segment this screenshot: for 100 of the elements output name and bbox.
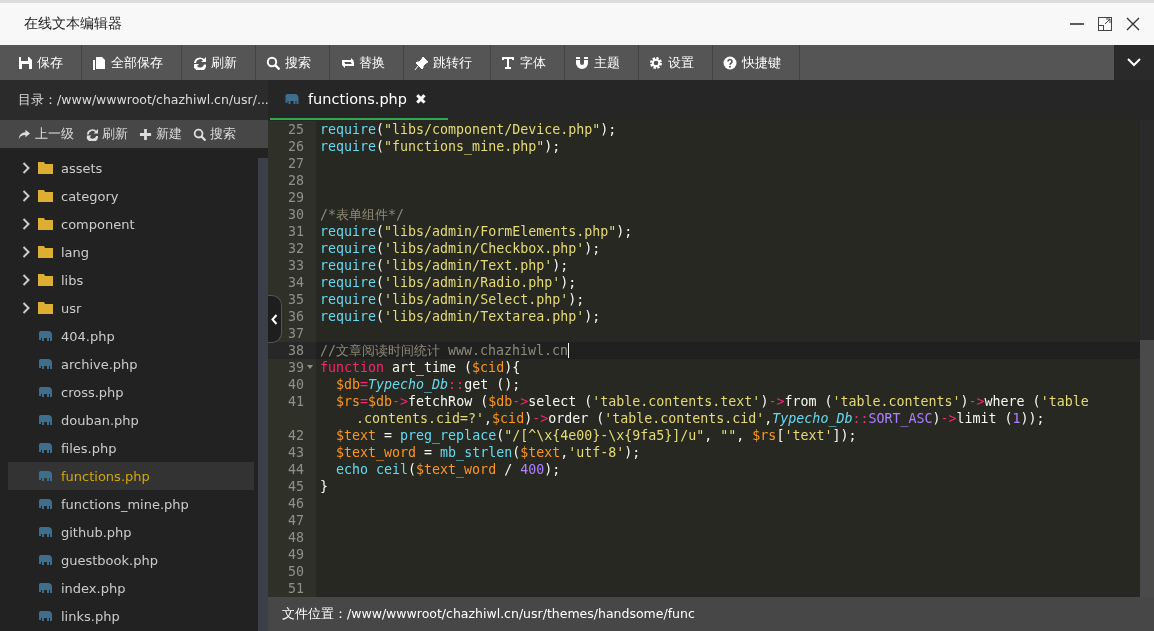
scrollbar[interactable] xyxy=(258,158,268,631)
file-tree-item[interactable]: functions_mine.php xyxy=(8,490,254,518)
magnet-icon xyxy=(575,55,589,70)
chevron-icon xyxy=(22,218,30,230)
code-line: $rs=$db->fetchRow ($db->select ('table.contents.text')->from ('table.contents')->where ('table xyxy=(335,394,1089,409)
file-tree-item[interactable]: links.php xyxy=(8,602,254,630)
line-number: 36 xyxy=(288,308,304,325)
search-icon xyxy=(193,127,206,141)
code-line: .contents.cid=?',$cid)->order ('table.contents.cid',Typecho_Db::SORT_ASC)->limit (1)); xyxy=(355,410,1046,427)
elephant-icon xyxy=(38,442,53,454)
line-number: 42 xyxy=(288,427,304,444)
file-tree-item[interactable]: files.php xyxy=(8,434,254,462)
file-tree-item[interactable]: functions.php xyxy=(8,462,254,490)
file-tree-item[interactable]: lang xyxy=(8,238,254,266)
refresh-icon xyxy=(85,127,98,141)
file-tree-item[interactable]: index.php xyxy=(8,574,254,602)
folder-icon xyxy=(38,302,53,314)
elephant-icon xyxy=(284,93,300,105)
fold-arrow-icon[interactable] xyxy=(307,365,313,369)
chevron-icon xyxy=(22,190,30,202)
line-number: 39 xyxy=(288,359,304,376)
elephant-icon xyxy=(38,610,53,622)
plus-icon xyxy=(139,127,152,141)
code-line: require('libs/admin/Checkbox.php'); xyxy=(320,241,601,256)
elephant-icon xyxy=(38,386,53,398)
file-tree-item[interactable]: guestbook.php xyxy=(8,546,254,574)
line-number: 51 xyxy=(288,580,304,597)
code-line: $db=Typecho_Db::get (); xyxy=(335,377,521,392)
chevron-icon xyxy=(22,302,30,314)
elephant-icon xyxy=(38,330,53,342)
elephant-icon xyxy=(38,470,53,482)
expand-button[interactable] xyxy=(1114,45,1154,80)
copy-icon xyxy=(92,55,106,70)
close-button[interactable] xyxy=(1126,17,1140,31)
code-line: require("functions_mine.php"); xyxy=(320,139,561,154)
folder-icon xyxy=(38,162,53,174)
file-tree-item[interactable]: douban.php xyxy=(8,406,254,434)
file-tree-item[interactable]: archive.php xyxy=(8,350,254,378)
close-tab-button[interactable]: ✖ xyxy=(415,91,427,107)
sidebar-tool-button[interactable]: 新建 xyxy=(139,125,193,143)
pin-icon xyxy=(414,55,428,70)
code-line: //文章阅读时间统计 www.chazhiwl.cn xyxy=(320,343,569,358)
file-tree-item[interactable]: github.php xyxy=(8,518,254,546)
elephant-icon xyxy=(38,526,53,538)
code-line: /*表单组件*/ xyxy=(320,207,405,222)
chevron-icon xyxy=(22,162,30,174)
line-number: 49 xyxy=(288,546,304,563)
chevron-down-icon xyxy=(1127,58,1141,67)
file-tree-item[interactable]: cross.php xyxy=(8,378,254,406)
code-line: require('libs/admin/Textarea.php'); xyxy=(320,309,601,324)
sidebar-tool-button[interactable]: 搜索 xyxy=(193,125,247,143)
file-tree-item[interactable]: component xyxy=(8,210,254,238)
file-tree-item[interactable]: 404.php xyxy=(8,322,254,350)
line-number: 31 xyxy=(288,223,304,240)
refresh-icon xyxy=(192,55,206,70)
file-tree-item[interactable]: libs xyxy=(8,266,254,294)
maximize-button[interactable] xyxy=(1098,17,1112,31)
code-line: require('libs/admin/Select.php'); xyxy=(320,292,585,307)
line-number: 45 xyxy=(288,478,304,495)
sidebar-tool-button[interactable]: 上一级 xyxy=(18,125,85,143)
file-tree-item[interactable]: assets xyxy=(8,154,254,182)
search-icon xyxy=(266,55,280,70)
line-number: 33 xyxy=(288,257,304,274)
line-number: 44 xyxy=(288,461,304,478)
line-number: 40 xyxy=(288,376,304,393)
elephant-icon xyxy=(38,498,53,510)
code-line: function art_time ($cid){ xyxy=(320,360,521,375)
line-number: 48 xyxy=(288,529,304,546)
folder-icon xyxy=(38,274,53,286)
directory-path: 目录：/www/wwwroot/chazhiwl.cn/usr/... xyxy=(0,80,268,120)
line-number: 34 xyxy=(288,274,304,291)
folder-icon xyxy=(38,246,53,258)
text-icon xyxy=(501,55,515,70)
file-tree-item[interactable]: usr xyxy=(8,294,254,322)
line-number: 27 xyxy=(288,155,304,172)
code-line: $text = preg_replace("/[^\x{4e00}-\x{9fa5}]/u", "", $rs['text']); xyxy=(335,428,857,443)
elephant-icon xyxy=(38,414,53,426)
line-number: 32 xyxy=(288,240,304,257)
text-cursor xyxy=(568,343,570,358)
line-number: 29 xyxy=(288,189,304,206)
close-icon xyxy=(1126,17,1140,31)
line-number: 30 xyxy=(288,206,304,223)
scrollbar-thumb[interactable] xyxy=(1140,340,1154,597)
maximize-icon xyxy=(1098,17,1112,31)
code-line: require('libs/admin/Radio.php'); xyxy=(320,275,577,290)
chevron-icon xyxy=(22,274,30,286)
line-number: 38 xyxy=(288,342,304,359)
file-location: 文件位置：/www/wwwroot/chazhiwl.cn/usr/themes/handsome/func xyxy=(282,605,695,623)
chevron-left-icon xyxy=(271,313,278,325)
code-line: require('libs/admin/Text.php'); xyxy=(320,258,569,273)
collapse-handle[interactable] xyxy=(268,295,282,343)
folder-icon xyxy=(38,218,53,230)
file-tree-item[interactable]: category xyxy=(8,182,254,210)
code-line: echo ceil($text_word / 400); xyxy=(335,462,561,477)
save-icon xyxy=(18,55,32,70)
code-line: } xyxy=(320,479,328,494)
help-icon xyxy=(723,55,737,70)
line-number: 25 xyxy=(288,121,304,138)
line-number: 50 xyxy=(288,563,304,580)
sidebar-tool-button[interactable]: 刷新 xyxy=(85,125,139,143)
